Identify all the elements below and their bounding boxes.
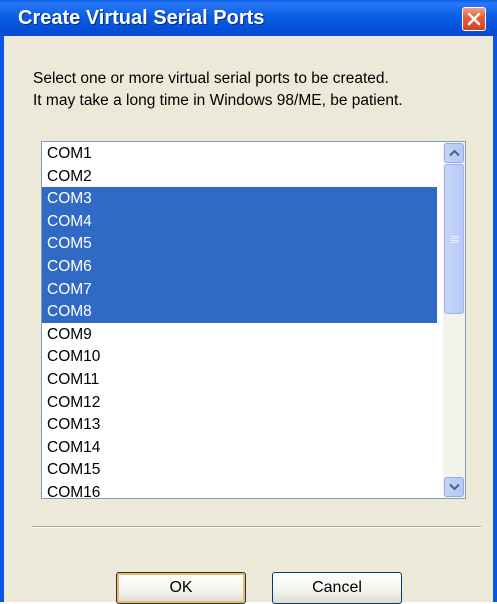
ports-listbox[interactable]: COM1 COM2 COM3 COM4 COM5 COM6 COM7 COM8 COM9 COM1… bbox=[41, 141, 466, 499]
scroll-down-button[interactable] bbox=[444, 477, 464, 497]
instruction-line-2: It may take a long time in Windows 98/ME… bbox=[33, 92, 403, 109]
list-item[interactable]: COM11 bbox=[42, 368, 437, 391]
vertical-scrollbar[interactable] bbox=[443, 142, 465, 498]
list-item[interactable]: COM3 bbox=[42, 187, 437, 210]
list-item[interactable]: COM13 bbox=[42, 413, 437, 436]
list-item[interactable]: COM6 bbox=[42, 254, 437, 278]
list-item[interactable]: COM12 bbox=[42, 391, 437, 414]
list-item[interactable]: COM9 bbox=[42, 323, 437, 346]
title-bar[interactable]: Create Virtual Serial Ports bbox=[0, 0, 497, 36]
ok-button[interactable]: OK bbox=[116, 572, 246, 604]
close-icon bbox=[467, 12, 481, 26]
list-item[interactable]: COM8 bbox=[42, 300, 437, 323]
cancel-button[interactable]: Cancel bbox=[272, 572, 402, 604]
instruction-text: Select one or more virtual serial ports … bbox=[33, 68, 403, 112]
ports-list: COM1 COM2 COM3 COM4 COM5 COM6 COM7 COM8 COM9 COM1… bbox=[42, 142, 437, 498]
instruction-line-1: Select one or more virtual serial ports … bbox=[33, 70, 389, 87]
thumb-grip-line bbox=[451, 240, 459, 241]
dialog-body: Select one or more virtual serial ports … bbox=[4, 36, 493, 604]
thumb-grip-line bbox=[451, 238, 459, 239]
list-item[interactable]: COM16 bbox=[42, 481, 437, 498]
list-item[interactable]: COM14 bbox=[42, 436, 437, 459]
list-item[interactable]: COM4 bbox=[42, 209, 437, 233]
scrollbar-thumb[interactable] bbox=[444, 164, 464, 314]
scroll-down-arrow-icon bbox=[449, 483, 460, 491]
separator-line bbox=[32, 526, 481, 528]
dialog-title: Create Virtual Serial Ports bbox=[18, 7, 265, 29]
thumb-grip-line bbox=[451, 242, 459, 243]
dialog-window: Create Virtual Serial Ports Select one o… bbox=[0, 0, 497, 604]
list-item[interactable]: COM5 bbox=[42, 232, 437, 255]
scroll-up-button[interactable] bbox=[444, 143, 464, 163]
list-item[interactable]: COM10 bbox=[42, 345, 437, 368]
scroll-up-arrow-icon bbox=[449, 149, 460, 157]
list-item[interactable]: COM15 bbox=[42, 458, 437, 481]
close-button[interactable] bbox=[462, 7, 486, 31]
thumb-grip-line bbox=[451, 236, 459, 237]
list-item[interactable]: COM1 bbox=[42, 142, 437, 165]
list-item[interactable]: COM2 bbox=[42, 165, 437, 188]
list-item[interactable]: COM7 bbox=[42, 277, 437, 301]
